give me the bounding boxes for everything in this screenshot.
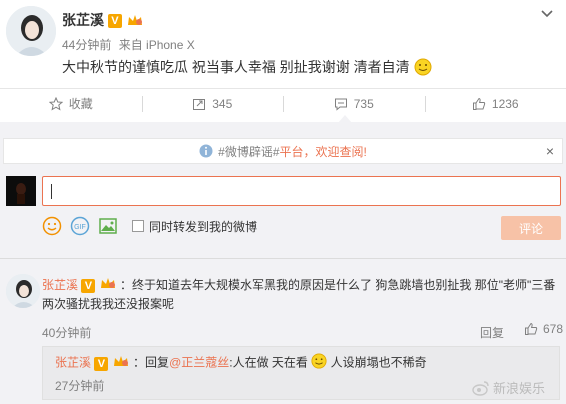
like-count: 1236 <box>491 96 519 111</box>
comment-author-avatar[interactable] <box>6 274 40 308</box>
comment-time: 40分钟前 <box>42 326 92 340</box>
post-body: 大中秋节的谨慎吃瓜 祝当事人幸福 别扯我谢谢 清者自清 <box>62 59 410 75</box>
rumor-hashtag-link[interactable]: #微博辟谣# <box>218 143 279 160</box>
repost-count: 345 <box>212 96 233 111</box>
post-card: 张芷溪 V 44分钟前 来自 iPhone X 大中秋节的谨慎吃瓜 祝当事人幸福… <box>0 0 566 88</box>
reply-button[interactable]: 回复 <box>480 324 504 341</box>
thumbs-up-icon <box>472 97 486 110</box>
like-button[interactable]: 1236 <box>424 89 566 118</box>
text-caret <box>51 184 52 199</box>
comment-author-name[interactable]: 张芷溪 <box>42 278 78 292</box>
sub-reply-line: 张芷溪 V ：回复@正兰蔻丝:人在做 天在看 人设崩塌也不稀奇 <box>55 353 427 374</box>
watermark-text: 新浪娱乐 <box>493 381 546 396</box>
watermark: 新浪娱乐 <box>472 378 545 397</box>
comment-count: 735 <box>353 96 374 111</box>
submit-comment-button[interactable]: 评论 <box>501 216 561 240</box>
gif-icon[interactable]: GIF <box>70 216 90 236</box>
sub-reply-text-b: 人设崩塌也不稀奇 <box>327 355 427 370</box>
comment-body: 张芷溪 V ：终于知道去年大规模水军黑我的原因是什么了 狗急跳墙也别扯我 那位"… <box>42 276 560 313</box>
member-crown-icon <box>112 354 130 373</box>
comment-text: ：终于知道去年大规模水军黑我的原因是什么了 狗急跳墙也别扯我 那位"老师"三番两… <box>42 278 556 312</box>
comment-input[interactable] <box>42 176 561 206</box>
post-source[interactable]: 来自 iPhone X <box>119 38 195 52</box>
close-icon[interactable]: × <box>546 143 554 159</box>
comment-icon <box>334 98 347 111</box>
author-name-row: 张芷溪 V <box>62 10 144 30</box>
post-meta: 44分钟前 来自 iPhone X <box>62 36 195 53</box>
rumor-notice-bar: #微博辟谣# 平台，欢迎查阅! × <box>3 138 563 164</box>
post-action-bar: 收藏 345 735 1236 <box>0 88 566 118</box>
post-text: 大中秋节的谨慎吃瓜 祝当事人幸福 别扯我谢谢 清者自清 <box>62 57 432 79</box>
weibo-logo-icon <box>472 380 489 396</box>
image-icon[interactable] <box>98 216 118 236</box>
sub-reply-prefix: ：回复 <box>133 355 170 370</box>
info-icon <box>199 144 213 158</box>
repost-icon <box>193 98 206 110</box>
sub-reply-author[interactable]: 张芷溪 <box>55 356 91 370</box>
favorite-button[interactable]: 收藏 <box>0 89 142 118</box>
comment-button[interactable]: 735 <box>283 89 425 118</box>
member-crown-icon <box>126 13 144 30</box>
comment-like-count: 678 <box>543 322 564 336</box>
checkbox-box[interactable] <box>132 220 144 232</box>
notice-text: 平台，欢迎查阅! <box>279 144 367 159</box>
favorite-label: 收藏 <box>68 97 93 111</box>
comment-like-button[interactable]: 678 <box>524 322 563 336</box>
smile-emoji-icon <box>414 58 432 79</box>
pointer-caret <box>338 115 352 123</box>
mention-link[interactable]: @正兰蔻丝 <box>169 356 229 370</box>
repost-checkbox-label: 同时转发到我的微博 <box>149 219 258 234</box>
thumbs-up-icon <box>525 322 538 335</box>
sub-reply-text-a: :人在做 天在看 <box>229 355 308 370</box>
verified-v-icon: V <box>107 14 122 29</box>
member-crown-icon <box>99 276 117 295</box>
author-avatar[interactable] <box>6 6 56 56</box>
repost-checkbox[interactable]: 同时转发到我的微博 <box>132 218 257 235</box>
weibo-post-page: 张芷溪 V 44分钟前 来自 iPhone X 大中秋节的谨慎吃瓜 祝当事人幸福… <box>0 0 566 404</box>
author-name[interactable]: 张芷溪 <box>62 12 104 28</box>
smile-emoji-icon <box>311 353 327 374</box>
chevron-down-icon[interactable] <box>540 6 554 24</box>
section-divider <box>0 258 566 259</box>
composer-toolbar: GIF 同时转发到我的微博 <box>42 214 257 238</box>
verified-v-icon: V <box>81 278 96 293</box>
svg-text:GIF: GIF <box>74 224 86 231</box>
verified-v-icon: V <box>94 356 109 371</box>
my-avatar[interactable] <box>6 176 36 206</box>
star-icon <box>48 96 63 111</box>
emoji-icon[interactable] <box>42 216 62 236</box>
repost-button[interactable]: 345 <box>141 89 284 118</box>
sub-reply-time: 27分钟前 <box>55 379 105 393</box>
post-time[interactable]: 44分钟前 <box>62 38 111 52</box>
